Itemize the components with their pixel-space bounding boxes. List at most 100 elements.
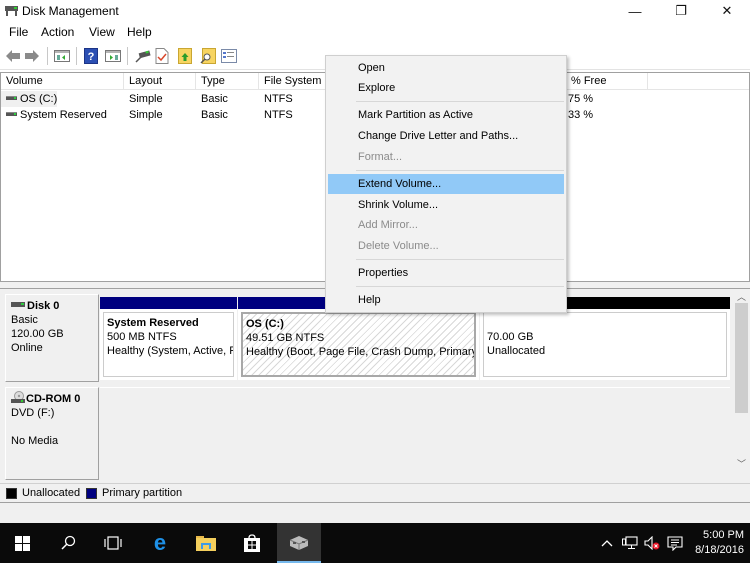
store-icon[interactable] xyxy=(230,523,274,563)
toolbar-separator xyxy=(47,47,48,65)
window-title: Disk Management xyxy=(22,4,119,18)
partition-details: System Reserved 500 MB NTFS Healthy (Sys… xyxy=(103,312,234,377)
menu-item-extend-volume[interactable]: Extend Volume... xyxy=(328,174,564,194)
show-hidden-icons-icon[interactable] xyxy=(597,523,617,563)
legend-unallocated: Unallocated xyxy=(6,487,80,500)
volume-icon xyxy=(6,112,17,117)
scroll-down-icon[interactable]: ﹀ xyxy=(733,456,750,470)
folder-search-icon[interactable] xyxy=(199,47,217,65)
file-system-cell: NTFS xyxy=(264,93,293,105)
partition-size: 500 MB NTFS xyxy=(107,331,177,343)
file-explorer-icon[interactable] xyxy=(184,523,228,563)
system-clock[interactable]: 5:00 PM 8/18/2016 xyxy=(695,528,744,558)
cdrom-area[interactable] xyxy=(100,387,730,480)
folder-up-icon[interactable] xyxy=(176,47,194,65)
volume-icon xyxy=(6,96,17,101)
legend-label: Primary partition xyxy=(102,487,183,499)
menu-item-format: Format... xyxy=(358,151,403,163)
forward-icon[interactable] xyxy=(23,47,41,65)
menu-help[interactable]: Help xyxy=(127,25,152,39)
vertical-scrollbar[interactable]: ︿ ﹀ xyxy=(733,289,750,470)
help-icon[interactable]: ? xyxy=(82,47,100,65)
clock-date: 8/18/2016 xyxy=(695,544,744,556)
action-center-icon[interactable] xyxy=(664,523,686,563)
legend-bar: Unallocated Primary partition xyxy=(0,483,750,503)
cdrom-icon xyxy=(11,391,25,404)
column-header-percent-free[interactable]: % Free xyxy=(566,73,648,90)
back-icon[interactable] xyxy=(4,47,22,65)
menu-item-mark-active[interactable]: Mark Partition as Active xyxy=(328,105,564,125)
connect-disk-icon[interactable] xyxy=(134,47,152,65)
partition-size: 49.51 GB NTFS xyxy=(246,332,325,344)
maximize-button[interactable]: ❐ xyxy=(658,0,704,22)
volume-cell: System Reserved xyxy=(1,107,107,123)
disk-icon xyxy=(11,301,25,307)
partition-status: Unallocated xyxy=(487,345,546,357)
start-icon[interactable] xyxy=(0,523,44,563)
show-hide-action-pane-icon[interactable] xyxy=(104,47,122,65)
menu-separator xyxy=(356,286,564,287)
taskbar: e 5:00 PM 8/18/2016 xyxy=(0,523,750,563)
type-cell: Basic xyxy=(201,93,228,105)
close-button[interactable]: ✕ xyxy=(704,0,750,22)
volume-name: System Reserved xyxy=(20,109,107,121)
title-bar: Disk Management — ❐ ✕ xyxy=(0,0,750,22)
primary-swatch xyxy=(86,488,97,499)
percent-free-cell: 75 % xyxy=(568,93,594,105)
disk-management-app-icon xyxy=(5,6,18,16)
partition-details: OS (C:) 49.51 GB NTFS Healthy (Boot, Pag… xyxy=(241,312,476,377)
percent-free-cell: 33 % xyxy=(568,109,594,121)
column-header-type[interactable]: Type xyxy=(196,73,259,90)
column-header-layout[interactable]: Layout xyxy=(124,73,196,90)
menu-item-open[interactable]: Open xyxy=(328,58,564,78)
svg-text:?: ? xyxy=(88,51,95,63)
disk-management-taskbar-icon[interactable] xyxy=(277,523,321,563)
show-hide-console-tree-icon[interactable] xyxy=(53,47,71,65)
menu-item-shrink-volume[interactable]: Shrink Volume... xyxy=(328,195,564,215)
cdrom-0-label[interactable]: CD-ROM 0 DVD (F:) No Media xyxy=(5,387,99,480)
menu-action[interactable]: Action xyxy=(41,25,74,39)
network-icon[interactable] xyxy=(619,523,641,563)
disk-status: Online xyxy=(11,342,43,354)
menu-bar: File Action View Help xyxy=(0,22,750,42)
properties-icon[interactable] xyxy=(220,47,238,65)
legend-primary-partition: Primary partition xyxy=(86,487,182,500)
checklist-icon[interactable] xyxy=(153,47,171,65)
disk-type: DVD (F:) xyxy=(11,407,55,419)
column-header-empty xyxy=(648,73,749,90)
disk-0-label[interactable]: Disk 0 Basic 120.00 GB Online xyxy=(5,294,99,382)
clock-time: 5:00 PM xyxy=(703,529,744,541)
layout-cell: Simple xyxy=(129,93,163,105)
menu-item-help[interactable]: Help xyxy=(328,290,564,310)
partition-system-reserved[interactable]: System Reserved 500 MB NTFS Healthy (Sys… xyxy=(100,297,237,380)
context-menu: Open Explore Mark Partition as Active Ch… xyxy=(325,55,567,313)
disk-type: Basic xyxy=(11,314,38,326)
menu-view[interactable]: View xyxy=(89,25,115,39)
volume-name: OS (C:) xyxy=(20,93,58,105)
toolbar-separator xyxy=(76,47,77,65)
task-view-icon[interactable] xyxy=(91,523,135,563)
status-bar xyxy=(0,503,750,523)
search-icon[interactable] xyxy=(46,523,90,563)
column-header-volume[interactable]: Volume xyxy=(1,73,124,90)
disk-name: Disk 0 xyxy=(27,300,60,312)
partition-title: OS (C:) xyxy=(246,318,284,330)
primary-partition-bar xyxy=(100,297,237,309)
volume-muted-icon[interactable] xyxy=(641,523,663,563)
menu-item-add-mirror: Add Mirror... xyxy=(358,219,418,231)
layout-cell: Simple xyxy=(129,109,163,121)
disk-size: 120.00 GB xyxy=(11,328,64,340)
legend-label: Unallocated xyxy=(22,487,81,499)
scrollbar-thumb[interactable] xyxy=(735,303,748,413)
partition-status: Healthy (Boot, Page File, Crash Dump, Pr… xyxy=(246,346,476,358)
minimize-button[interactable]: — xyxy=(612,0,658,22)
menu-item-properties[interactable]: Properties xyxy=(328,263,564,283)
menu-file[interactable]: File xyxy=(9,25,28,39)
column-header-file-system[interactable]: File System xyxy=(259,73,329,90)
disk-status: No Media xyxy=(11,435,59,447)
unallocated-swatch xyxy=(6,488,17,499)
edge-icon[interactable]: e xyxy=(138,523,182,563)
menu-item-change-drive-letter[interactable]: Change Drive Letter and Paths... xyxy=(328,126,564,146)
menu-item-explore[interactable]: Explore xyxy=(328,78,564,98)
scroll-up-icon[interactable]: ︿ xyxy=(733,289,750,303)
